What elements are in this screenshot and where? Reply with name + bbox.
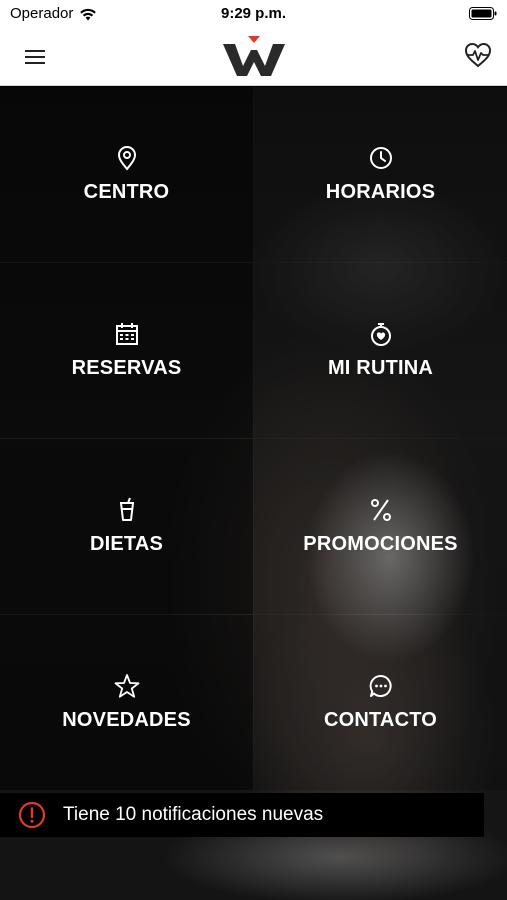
menu-tile-label: HORARIOS (325, 181, 436, 203)
nav-bar (0, 28, 507, 86)
menu-tile-label: CENTRO (83, 181, 170, 203)
menu-tile-reservas[interactable]: RESERVAS (0, 263, 253, 438)
stopwatch-heart-icon (368, 321, 394, 347)
menu-tile-dietas[interactable]: DIETAS (0, 439, 253, 614)
menu-tile-label: RESERVAS (71, 357, 182, 379)
menu-tile-horarios[interactable]: HORARIOS (254, 87, 507, 262)
menu-tile-novedades[interactable]: NOVEDADES (0, 615, 253, 790)
drink-cup-icon (114, 497, 140, 523)
menu-tile-label: DIETAS (89, 533, 164, 555)
battery-icon (469, 7, 497, 20)
menu-tile-label: NOVEDADES (62, 709, 191, 731)
status-bar: Operador 9:29 p.m. (0, 0, 507, 28)
heart-rate-icon[interactable] (463, 40, 493, 70)
menu-tile-promociones[interactable]: PROMOCIONES (254, 439, 507, 614)
menu-tile-contacto[interactable]: CONTACTO (254, 615, 507, 790)
menu-tile-label: PROMOCIONES (303, 533, 458, 555)
brand-logo-icon[interactable] (221, 36, 287, 80)
status-time: 9:29 p.m. (220, 5, 287, 22)
menu-tile-centro[interactable]: CENTRO (0, 87, 253, 262)
notification-banner[interactable]: Tiene 10 notificaciones nuevas (0, 793, 484, 837)
hero-background: CENTRO HORARIOS RESERVAS MI RUTINA DIETA… (0, 87, 507, 900)
chat-bubble-icon (368, 673, 394, 699)
star-icon (114, 673, 140, 699)
notification-text: Tiene 10 notificaciones nuevas (63, 804, 324, 825)
calendar-icon (114, 321, 140, 347)
alert-circle-icon (18, 801, 46, 829)
menu-tile-label: CONTACTO (323, 709, 438, 731)
percent-icon (368, 497, 394, 523)
location-pin-icon (114, 145, 140, 171)
menu-tile-label: MI RUTINA (327, 357, 434, 379)
hamburger-menu-icon (25, 50, 45, 64)
clock-icon (368, 145, 394, 171)
menu-tile-mi-rutina[interactable]: MI RUTINA (254, 263, 507, 438)
menu-button[interactable] (20, 44, 50, 70)
